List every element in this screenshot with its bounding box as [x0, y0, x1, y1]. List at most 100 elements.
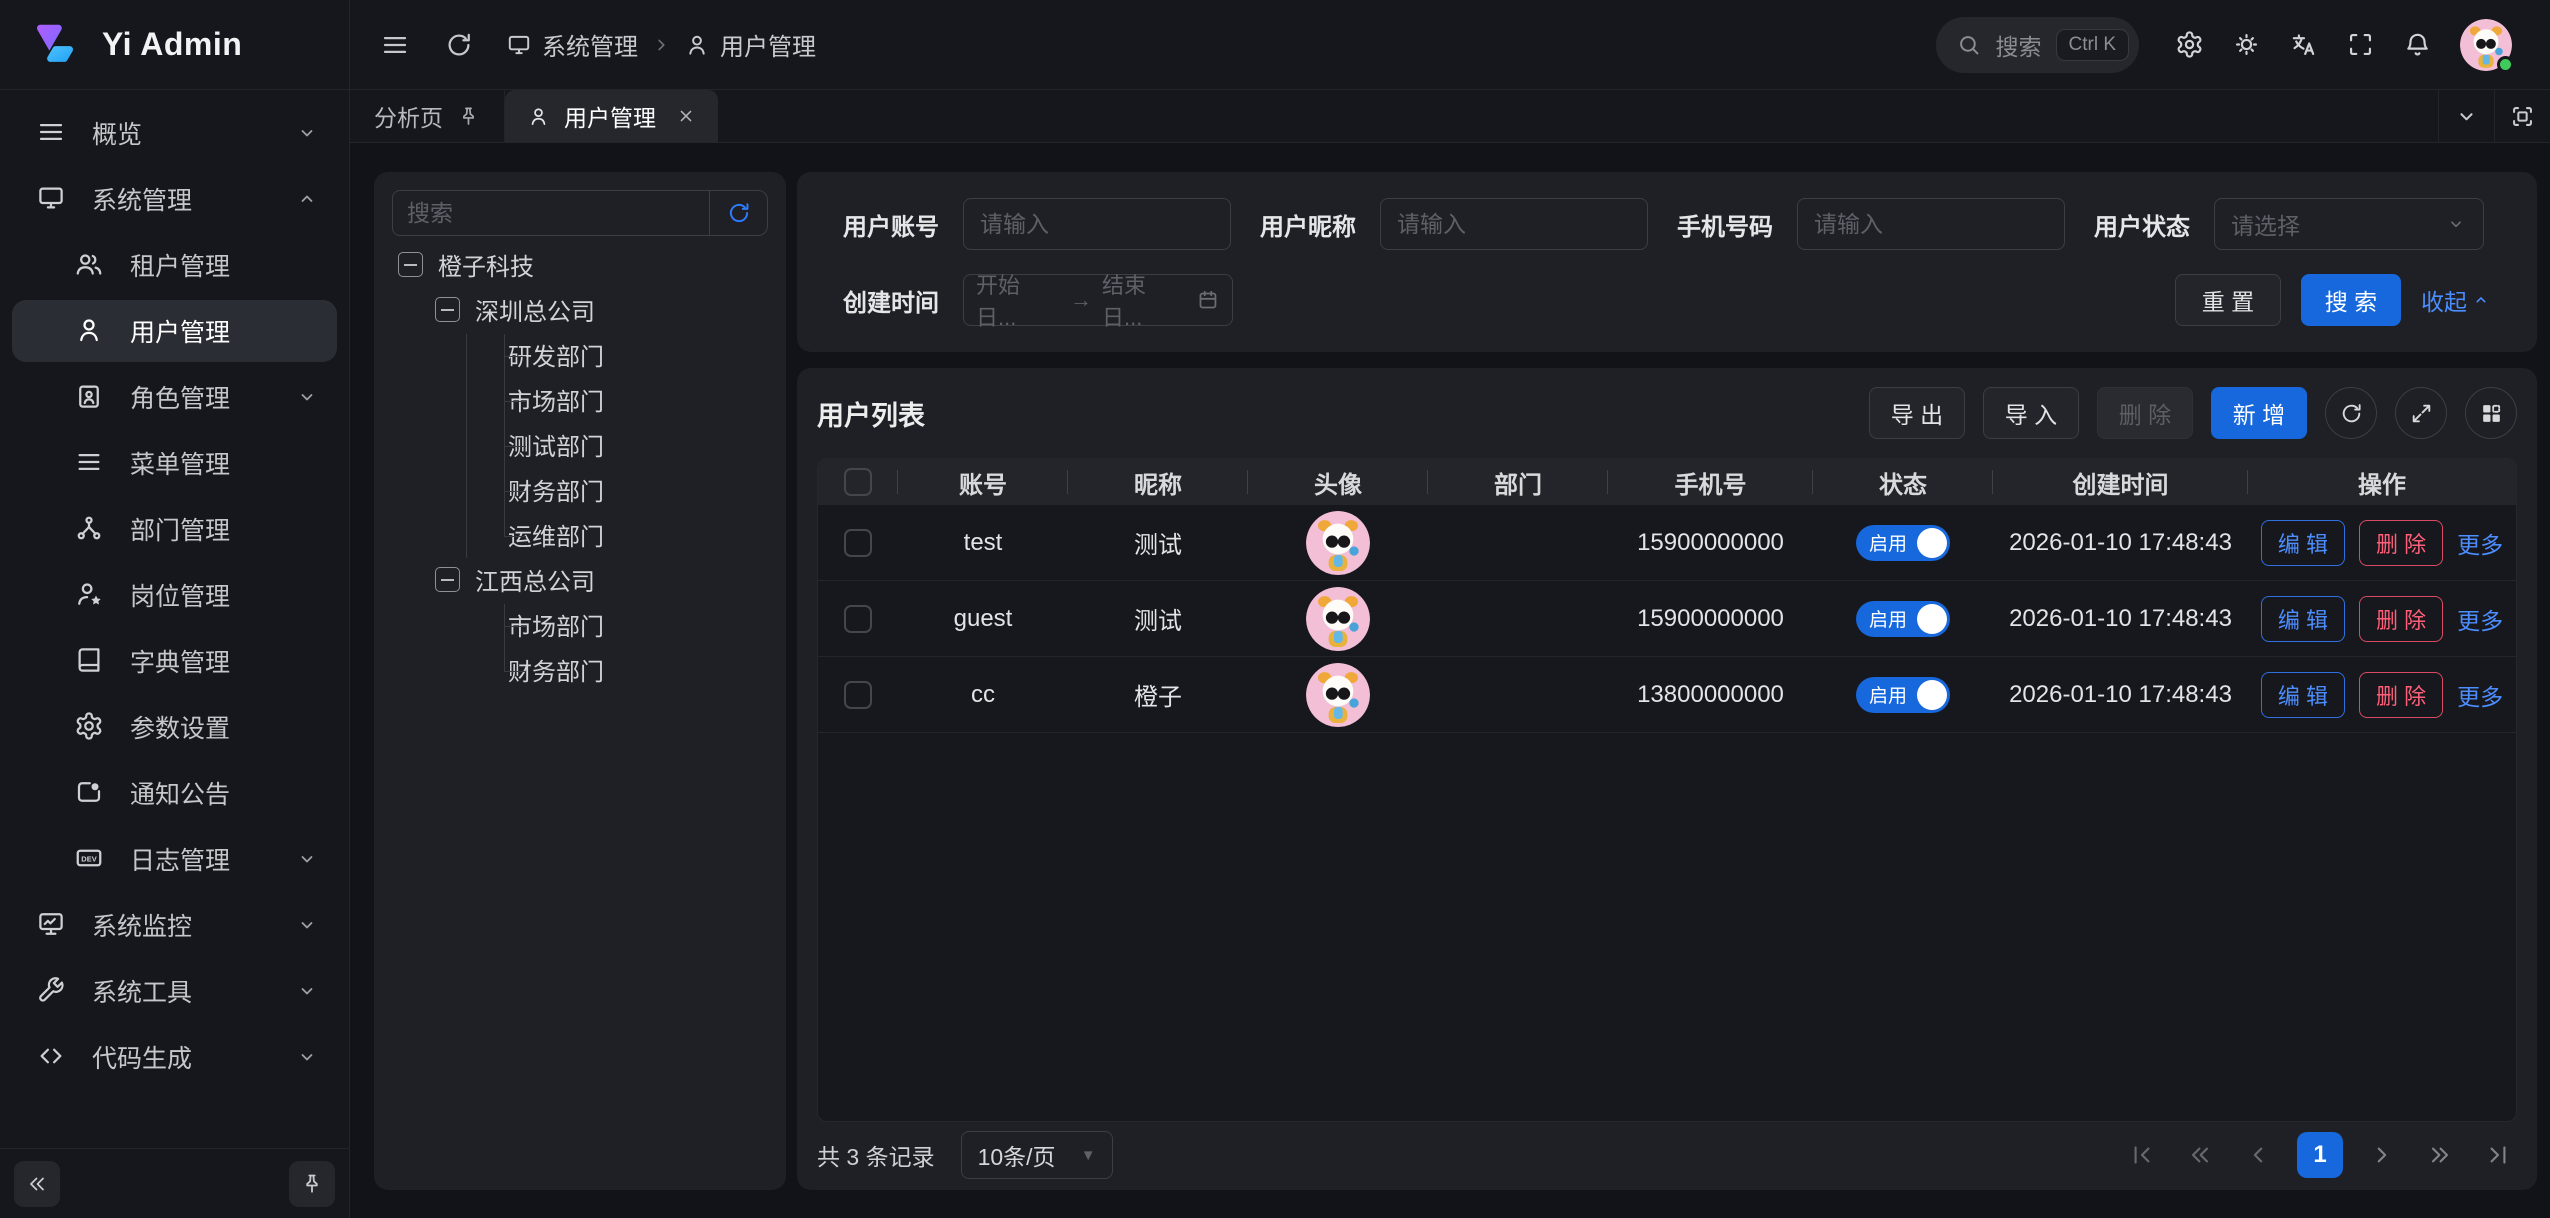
date-range-input[interactable]: 开始日... → 结束日...	[963, 274, 1233, 326]
column-settings-button[interactable]	[2465, 387, 2517, 439]
table-fullscreen-button[interactable]	[2395, 387, 2447, 439]
status-toggle[interactable]: 启用	[1856, 525, 1950, 561]
tree-guide-line	[504, 491, 526, 492]
sidebar-item-menus[interactable]: 菜单管理	[12, 432, 337, 494]
tree-node-marketing-dept[interactable]: 市场部门	[392, 377, 768, 422]
tree-node-label: 橙子科技	[438, 247, 534, 282]
tree-node-shenzhen-hq[interactable]: 深圳总公司	[392, 287, 768, 332]
tree-node-rd-dept[interactable]: 研发部门	[392, 332, 768, 377]
breadcrumb-page[interactable]: 用户管理	[684, 27, 816, 62]
reset-button[interactable]: 重 置	[2175, 274, 2281, 326]
nickname-input[interactable]	[1380, 198, 1648, 250]
more-actions-link[interactable]: 更多	[2457, 526, 2503, 560]
cell-avatar	[1248, 587, 1428, 651]
date-start-placeholder: 开始日...	[976, 268, 1060, 332]
more-actions-link[interactable]: 更多	[2457, 678, 2503, 712]
tree-refresh-button[interactable]	[710, 190, 768, 236]
sidebar-item-roles[interactable]: 角色管理	[12, 366, 337, 428]
user-avatar[interactable]	[2460, 19, 2512, 71]
tree-node-company[interactable]: 橙子科技	[392, 242, 768, 287]
collapse-box-icon[interactable]	[398, 252, 423, 277]
cell-created: 2026-01-10 17:48:43	[1993, 529, 2248, 557]
row-checkbox[interactable]	[844, 605, 872, 633]
filter-nickname-group: 用户昵称	[1260, 198, 1677, 250]
phone-input[interactable]	[1797, 198, 2065, 250]
notifications-button[interactable]	[2389, 16, 2446, 73]
status-toggle[interactable]: 启用	[1856, 677, 1950, 713]
tree-guide-line	[504, 401, 526, 402]
sidebar-item-dictionary[interactable]: 字典管理	[12, 630, 337, 692]
last-page-button[interactable]	[2479, 1136, 2517, 1174]
next-5-pages-button[interactable]	[2421, 1136, 2459, 1174]
delete-row-button[interactable]: 删 除	[2359, 520, 2443, 566]
sidebar-item-notices[interactable]: 通知公告	[12, 762, 337, 824]
fullscreen-button[interactable]	[2332, 16, 2389, 73]
sidebar-pin-button[interactable]	[289, 1161, 335, 1207]
delete-row-button[interactable]: 删 除	[2359, 672, 2443, 718]
sidebar-item-logs[interactable]: 日志管理	[12, 828, 337, 890]
pin-icon[interactable]	[457, 105, 480, 128]
sidebar-item-posts[interactable]: 岗位管理	[12, 564, 337, 626]
select-all-checkbox[interactable]	[844, 468, 872, 496]
add-button[interactable]: 新 增	[2211, 387, 2307, 439]
sidebar-item-departments[interactable]: 部门管理	[12, 498, 337, 560]
edit-button[interactable]: 编 辑	[2261, 520, 2345, 566]
tree-node-ops-dept[interactable]: 运维部门	[392, 512, 768, 557]
breadcrumb-section[interactable]: 系统管理	[506, 27, 638, 62]
reload-icon[interactable]	[442, 28, 476, 62]
tree-node-jx-marketing-dept[interactable]: 市场部门	[392, 602, 768, 647]
account-input[interactable]	[963, 198, 1231, 250]
cell-status: 启用	[1813, 677, 1993, 713]
sidebar-item-users[interactable]: 用户管理	[12, 300, 337, 362]
table-footer: 共 3 条记录 10条/页 ▼ 1	[817, 1122, 2517, 1188]
settings-button[interactable]	[2161, 16, 2218, 73]
tree-node-testing-dept[interactable]: 测试部门	[392, 422, 768, 467]
prev-page-button[interactable]	[2239, 1136, 2277, 1174]
refresh-table-button[interactable]	[2325, 387, 2377, 439]
edit-button[interactable]: 编 辑	[2261, 672, 2345, 718]
row-checkbox[interactable]	[844, 529, 872, 557]
collapse-box-icon[interactable]	[435, 297, 460, 322]
collapse-filter-link[interactable]: 收起	[2421, 283, 2491, 317]
content-fullscreen-button[interactable]	[2494, 90, 2550, 142]
export-button[interactable]: 导 出	[1869, 387, 1965, 439]
tab-user-management[interactable]: 用户管理	[505, 90, 718, 142]
sidebar-collapse-button[interactable]	[14, 1161, 60, 1207]
row-checkbox[interactable]	[844, 681, 872, 709]
close-icon[interactable]	[676, 106, 696, 126]
tab-analysis[interactable]: 分析页	[350, 90, 505, 142]
first-page-button[interactable]	[2123, 1136, 2161, 1174]
language-button[interactable]	[2275, 16, 2332, 73]
search-button[interactable]: 搜 索	[2301, 274, 2401, 326]
theme-toggle-button[interactable]	[2218, 16, 2275, 73]
edit-button[interactable]: 编 辑	[2261, 596, 2345, 642]
tree-node-finance-dept[interactable]: 财务部门	[392, 467, 768, 512]
sidebar-item-system-tools[interactable]: 系统工具	[12, 960, 337, 1022]
collapse-sidebar-icon[interactable]	[378, 28, 412, 62]
delete-button[interactable]: 删 除	[2097, 387, 2193, 439]
monitor-icon	[36, 183, 68, 215]
logo-area[interactable]: Yi Admin	[0, 0, 350, 89]
tab-list-dropdown-button[interactable]	[2438, 90, 2494, 142]
status-select[interactable]: 请选择	[2214, 198, 2484, 250]
sidebar-item-system-management[interactable]: 系统管理	[12, 168, 337, 230]
tree-node-jx-finance-dept[interactable]: 财务部门	[392, 647, 768, 692]
tree-node-jiangxi-hq[interactable]: 江西总公司	[392, 557, 768, 602]
sidebar-item-overview[interactable]: 概览	[12, 102, 337, 164]
page-size-select[interactable]: 10条/页 ▼	[961, 1131, 1113, 1179]
more-actions-link[interactable]: 更多	[2457, 602, 2503, 636]
global-search[interactable]: 搜索 Ctrl K	[1936, 17, 2140, 73]
prev-5-pages-button[interactable]	[2181, 1136, 2219, 1174]
sidebar-item-code-generation[interactable]: 代码生成	[12, 1026, 337, 1088]
sidebar-item-parameters[interactable]: 参数设置	[12, 696, 337, 758]
import-button[interactable]: 导 入	[1983, 387, 2079, 439]
delete-row-button[interactable]: 删 除	[2359, 596, 2443, 642]
tree-search-input[interactable]	[392, 190, 710, 236]
collapse-box-icon[interactable]	[435, 567, 460, 592]
current-page-button[interactable]: 1	[2297, 1132, 2343, 1178]
code-icon	[36, 1041, 68, 1073]
sidebar-item-tenant[interactable]: 租户管理	[12, 234, 337, 296]
next-page-button[interactable]	[2363, 1136, 2401, 1174]
status-toggle[interactable]: 启用	[1856, 601, 1950, 637]
sidebar-item-system-monitor[interactable]: 系统监控	[12, 894, 337, 956]
